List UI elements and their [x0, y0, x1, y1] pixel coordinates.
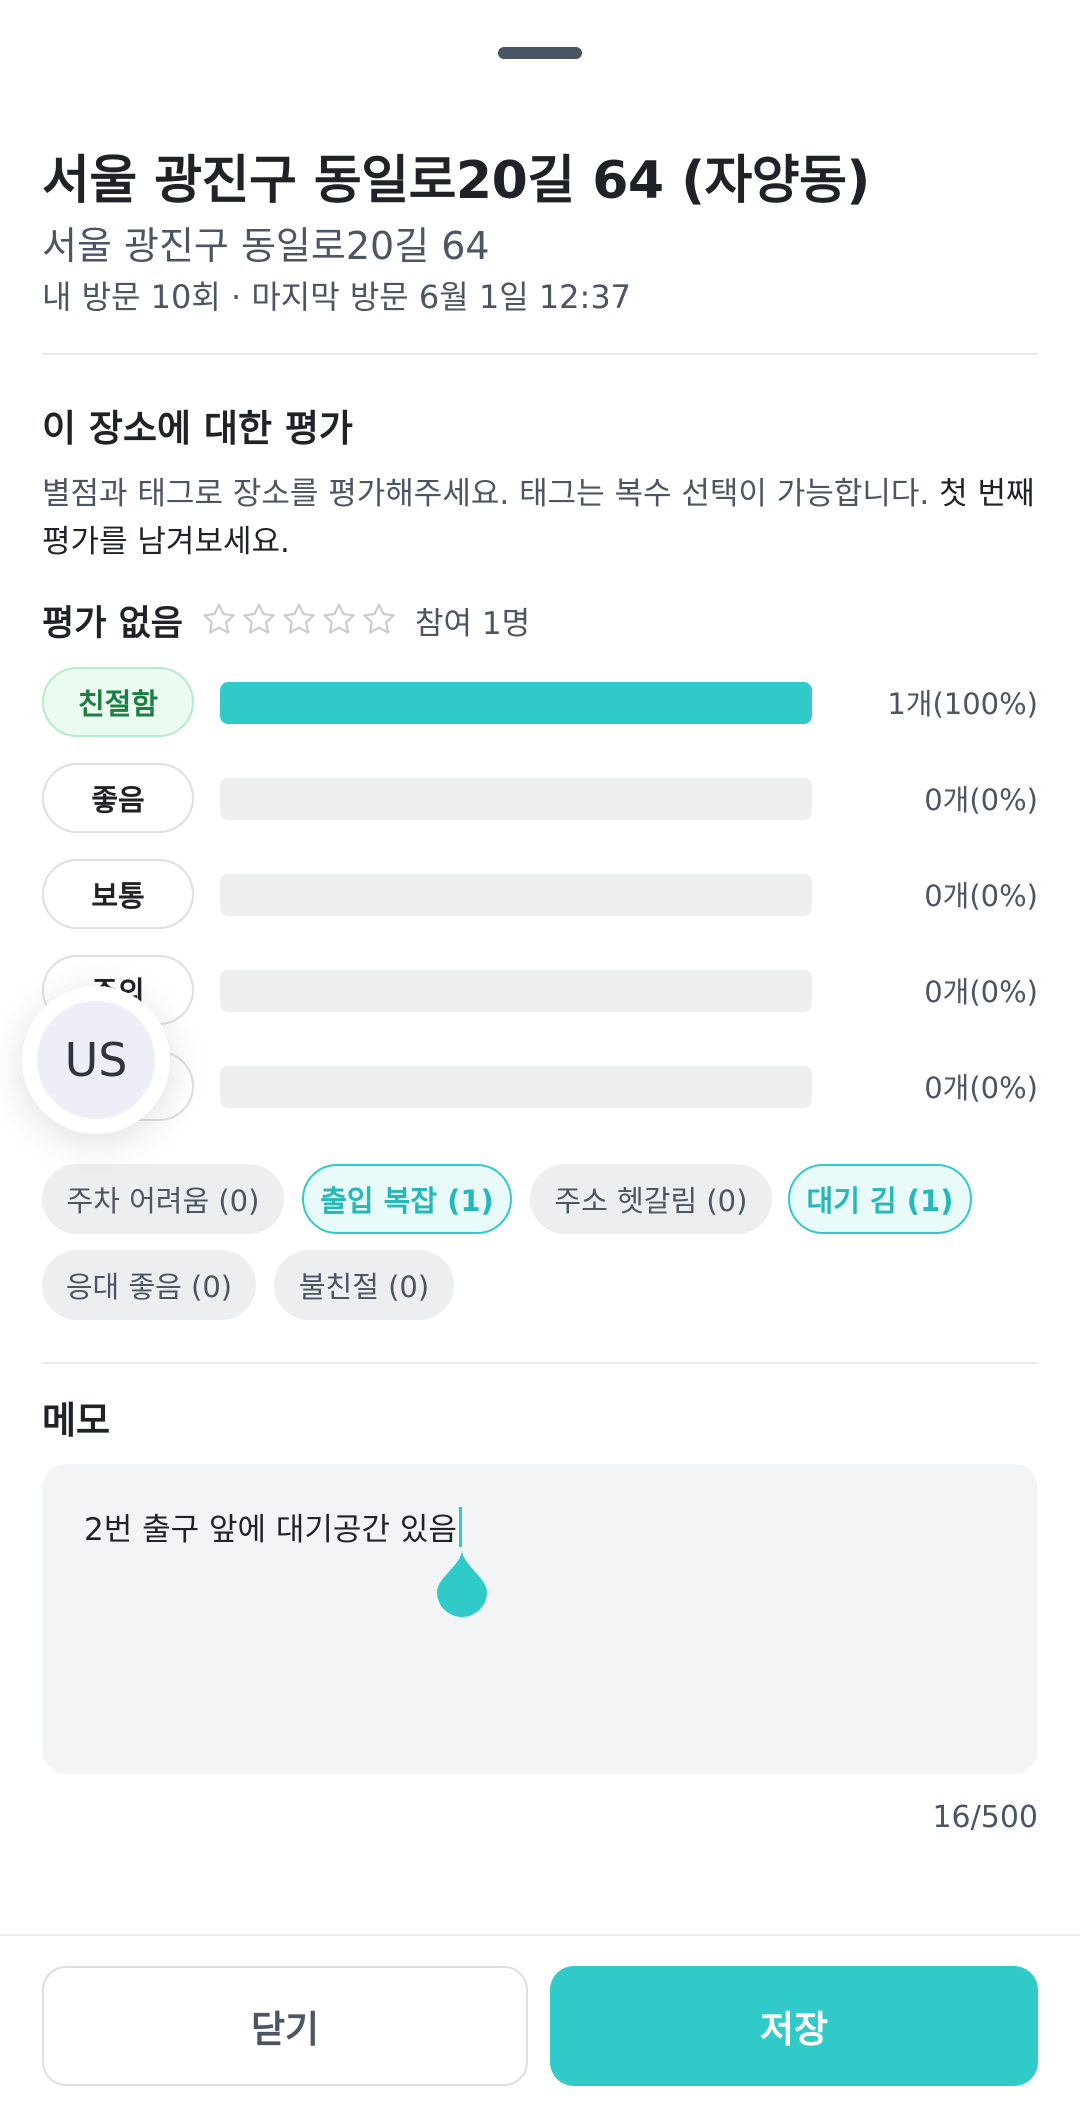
- score-row: 0개(0%): [42, 1051, 1038, 1121]
- star-icon[interactable]: [279, 600, 319, 640]
- text-caret: [458, 1506, 462, 1547]
- score-row: 주의 0개(0%): [42, 955, 1038, 1025]
- memo-textarea[interactable]: 2번 출구 앞에 대기공간 있음: [42, 1464, 1038, 1774]
- score-bar: [220, 970, 812, 1012]
- tag-chip[interactable]: 주소 헷갈림 (0): [530, 1164, 772, 1234]
- score-bar: [220, 778, 812, 820]
- rating-description-text: 별점과 태그로 장소를 평가해주세요. 태그는 복수 선택이 가능합니다.: [42, 476, 940, 512]
- bottom-bar-divider: [0, 1934, 1080, 1936]
- tag-chip[interactable]: 출입 복잡 (1): [302, 1164, 512, 1234]
- divider: [42, 1362, 1038, 1364]
- score-count: 0개(0%): [924, 1071, 1038, 1105]
- score-pill[interactable]: 보통: [42, 859, 194, 929]
- score-count: 0개(0%): [924, 879, 1038, 913]
- place-title: 서울 광진구 동일로20길 64 (자양동): [42, 151, 870, 211]
- score-pill[interactable]: 좋음: [42, 763, 194, 833]
- place-address: 서울 광진구 동일로20길 64: [42, 224, 490, 268]
- close-button[interactable]: 닫기: [42, 1966, 528, 2086]
- score-bar: [220, 682, 812, 724]
- memo-text-line: 2번 출구 앞에 대기공간 있음: [84, 1504, 462, 1549]
- score-bar: [220, 874, 812, 916]
- score-count: 0개(0%): [924, 975, 1038, 1009]
- star-icon[interactable]: [359, 600, 399, 640]
- rating-description: 별점과 태그로 장소를 평가해주세요. 태그는 복수 선택이 가능합니다. 첫 …: [42, 470, 1038, 566]
- score-count: 0개(0%): [924, 783, 1038, 817]
- tag-chip[interactable]: 주차 어려움 (0): [42, 1164, 284, 1234]
- participants-count: 참여 1명: [415, 605, 531, 642]
- cursor-handle-icon[interactable]: [435, 1548, 489, 1618]
- tag-chip[interactable]: 불친절 (0): [274, 1250, 454, 1320]
- avatar: US: [37, 1001, 155, 1119]
- tag-chip[interactable]: 대기 김 (1): [788, 1164, 972, 1234]
- score-pill[interactable]: 친절함: [42, 667, 194, 737]
- star-icon[interactable]: [199, 600, 239, 640]
- star-icon[interactable]: [239, 600, 279, 640]
- star-rating[interactable]: [199, 600, 399, 640]
- score-row: 보통 0개(0%): [42, 859, 1038, 929]
- star-icon[interactable]: [319, 600, 359, 640]
- score-count: 1개(100%): [887, 687, 1038, 721]
- visit-info: 내 방문 10회 · 마지막 방문 6월 1일 12:37: [42, 278, 632, 316]
- rating-label: 평가 없음: [42, 603, 183, 644]
- score-bar-fill: [220, 682, 812, 724]
- drag-handle[interactable]: [498, 47, 582, 59]
- char-counter: 16/500: [932, 1800, 1038, 1835]
- score-row: 친절함 1개(100%): [42, 667, 1038, 737]
- rating-summary: 평가 없음 참여 1명: [42, 596, 530, 644]
- memo-value: 2번 출구 앞에 대기공간 있음: [84, 1512, 457, 1548]
- score-bar: [220, 1066, 812, 1108]
- memo-title: 메모: [42, 1399, 111, 1442]
- save-button[interactable]: 저장: [550, 1966, 1038, 2086]
- rating-section-title: 이 장소에 대한 평가: [42, 407, 353, 450]
- tag-chip[interactable]: 응대 좋음 (0): [42, 1250, 256, 1320]
- floating-avatar-button[interactable]: US: [22, 986, 170, 1134]
- divider: [42, 353, 1038, 355]
- score-row: 좋음 0개(0%): [42, 763, 1038, 833]
